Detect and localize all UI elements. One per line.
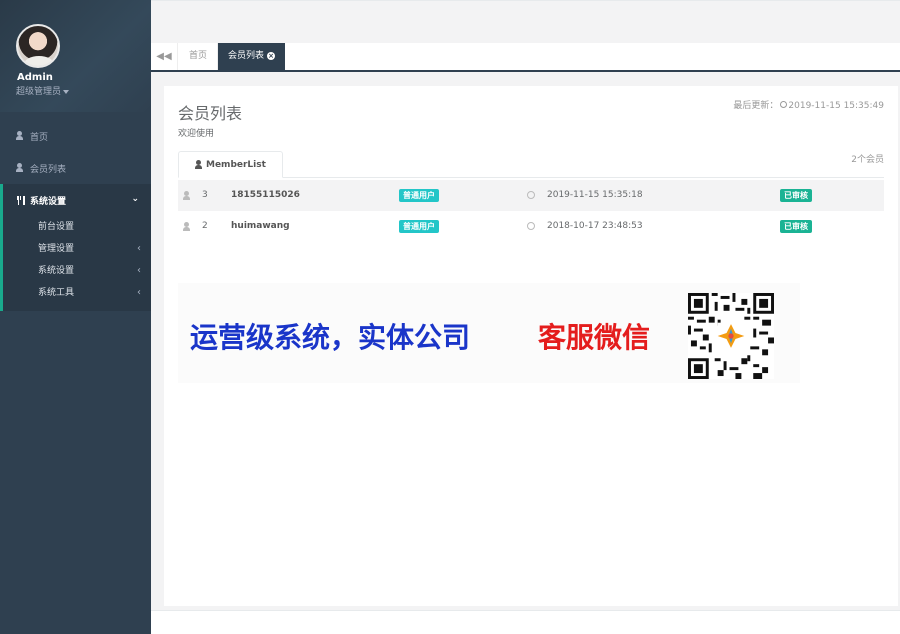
sidebar-subitem-frontend[interactable]: 前台设置 (3, 216, 151, 238)
tab-members[interactable]: 会员列表 × (218, 43, 286, 70)
sidebar: Admin 超级管理员 首页 会员列表 系统设置 ⌄ 前台设置 管理设置 ‹ 系… (0, 0, 151, 634)
chevron-left-icon: ‹ (137, 287, 141, 298)
table-row[interactable]: 3 18155115026 普通用户 2019-11-15 15:35:18 已… (178, 180, 884, 211)
profile-role: 超级管理员 (16, 87, 62, 97)
page-subtitle: 欢迎使用 (178, 129, 215, 139)
qr-code-image (688, 293, 774, 379)
double-left-icon: ◀◀ (156, 51, 172, 62)
sidebar-subitem-label: 系统设置 (38, 266, 75, 276)
user-icon (183, 221, 194, 232)
member-time: 2018-10-17 23:48:53 (547, 221, 643, 231)
sidebar-group-system: 系统设置 ⌄ 前台设置 管理设置 ‹ 系统设置 ‹ 系统工具 ‹ (0, 184, 151, 311)
caret-down-icon (63, 89, 70, 94)
ad-banner: 运营级系统，实体公司 客服微信 (178, 283, 800, 383)
sidebar-nav: 首页 会员列表 系统设置 ⌄ 前台设置 管理设置 ‹ 系统设置 ‹ 系统工具 ‹ (0, 120, 151, 311)
member-name: huimawang (231, 221, 290, 231)
clock-icon (527, 191, 535, 199)
sidebar-subitem-system[interactable]: 系统设置 ‹ (3, 260, 151, 282)
status-badge: 已审核 (780, 189, 812, 202)
profile-panel: Admin 超级管理员 (0, 0, 151, 112)
last-update: 最后更新： 2019-11-15 15:35:49 (733, 98, 884, 111)
member-type-badge: 普通用户 (399, 189, 439, 202)
tabs-scroll-left-button[interactable]: ◀◀ (151, 43, 178, 70)
clock-icon (780, 101, 788, 108)
chevron-left-icon: ‹ (137, 265, 141, 276)
sidebar-item-label: 会员列表 (30, 164, 67, 175)
chevron-left-icon: ‹ (137, 243, 141, 254)
member-time: 2019-11-15 15:35:18 (547, 190, 643, 200)
tab-divider (178, 177, 884, 178)
tab-label: 首页 (189, 51, 208, 61)
sidebar-item-home[interactable]: 首页 (0, 120, 151, 152)
sidebar-subitem-label: 系统工具 (38, 288, 75, 298)
member-type-badge: 普通用户 (399, 220, 439, 233)
page-title: 会员列表 (178, 104, 243, 123)
footer-strip (151, 610, 900, 634)
member-id: 3 (202, 190, 208, 200)
user-icon (16, 131, 26, 140)
user-icon (183, 190, 194, 201)
tab-label: MemberList (206, 160, 266, 170)
avatar[interactable] (16, 24, 60, 68)
member-name: 18155115026 (231, 190, 300, 200)
close-icon[interactable]: × (267, 51, 276, 60)
ad-red-text: 客服微信 (538, 321, 651, 354)
tab-label: 会员列表 (228, 51, 265, 61)
clock-icon (527, 222, 535, 230)
last-update-label: 最后更新： (733, 101, 779, 111)
chevron-down-icon: ⌄ (131, 194, 139, 204)
profile-role-dropdown[interactable]: 超级管理员 (16, 84, 70, 97)
sidebar-item-system[interactable]: 系统设置 ⌄ (3, 184, 151, 216)
member-count: 2个会员 (851, 155, 884, 165)
page-tabs: ◀◀ 首页 会员列表 × (151, 43, 900, 72)
sidebar-subitem-label: 前台设置 (38, 222, 75, 232)
profile-name: Admin (17, 72, 53, 83)
user-icon (16, 163, 26, 172)
sidebar-subitem-tools[interactable]: 系统工具 ‹ (3, 282, 151, 304)
tab-home[interactable]: 首页 (179, 43, 219, 70)
sidebar-subitem-admin[interactable]: 管理设置 ‹ (3, 238, 151, 260)
user-icon (195, 159, 202, 169)
tab-memberlist[interactable]: MemberList (178, 151, 283, 178)
ad-blue-text: 运营级系统，实体公司 (190, 321, 471, 354)
top-header (151, 0, 900, 43)
last-update-time: 2019-11-15 15:35:49 (788, 101, 884, 111)
member-id: 2 (202, 221, 208, 231)
table-row[interactable]: 2 huimawang 普通用户 2018-10-17 23:48:53 已审核 (178, 211, 884, 242)
sidebar-subitem-label: 管理设置 (38, 244, 75, 254)
sidebar-item-label: 首页 (30, 132, 49, 143)
status-badge: 已审核 (780, 220, 812, 233)
cutlery-icon (16, 195, 26, 205)
sidebar-item-label: 系统设置 (30, 196, 67, 207)
sidebar-item-members[interactable]: 会员列表 (0, 152, 151, 184)
